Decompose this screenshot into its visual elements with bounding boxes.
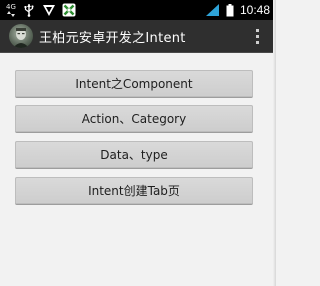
screen-edge [273,0,276,286]
data-type-button[interactable]: Data、type [15,141,253,169]
clock: 10:48 [239,3,270,17]
status-bar-system: 10:48 [205,2,270,18]
action-category-button[interactable]: Action、Category [15,105,253,133]
overflow-dot [255,34,259,38]
overflow-dot [255,28,259,32]
app-title: 王柏元安卓开发之Intent [39,31,186,46]
usb-icon [22,3,36,17]
overflow-dot [255,40,259,44]
intent-create-tab-button[interactable]: Intent创建Tab页 [15,177,253,205]
overflow-menu-icon[interactable] [252,26,262,46]
main-content: Intent之Component Action、Category Data、ty… [0,53,276,286]
network-indicator: 4G [6,3,16,17]
intent-component-button[interactable]: Intent之Component [15,70,253,98]
signal-icon [205,4,219,16]
battery-icon [226,3,234,16]
action-bar: 王柏元安卓开发之Intent [0,20,276,53]
network-type-label: 4G [6,3,16,11]
status-bar-notifications: 4G [6,2,76,18]
app-screen: 4G 10:48 王柏元安卓开发之Intent Intent之Component… [0,0,276,286]
status-bar: 4G 10:48 [0,0,276,20]
data-arrows-icon [6,11,15,17]
app-icon [9,24,33,48]
notification-shield-icon [42,3,56,17]
app-notification-icon [62,3,76,17]
